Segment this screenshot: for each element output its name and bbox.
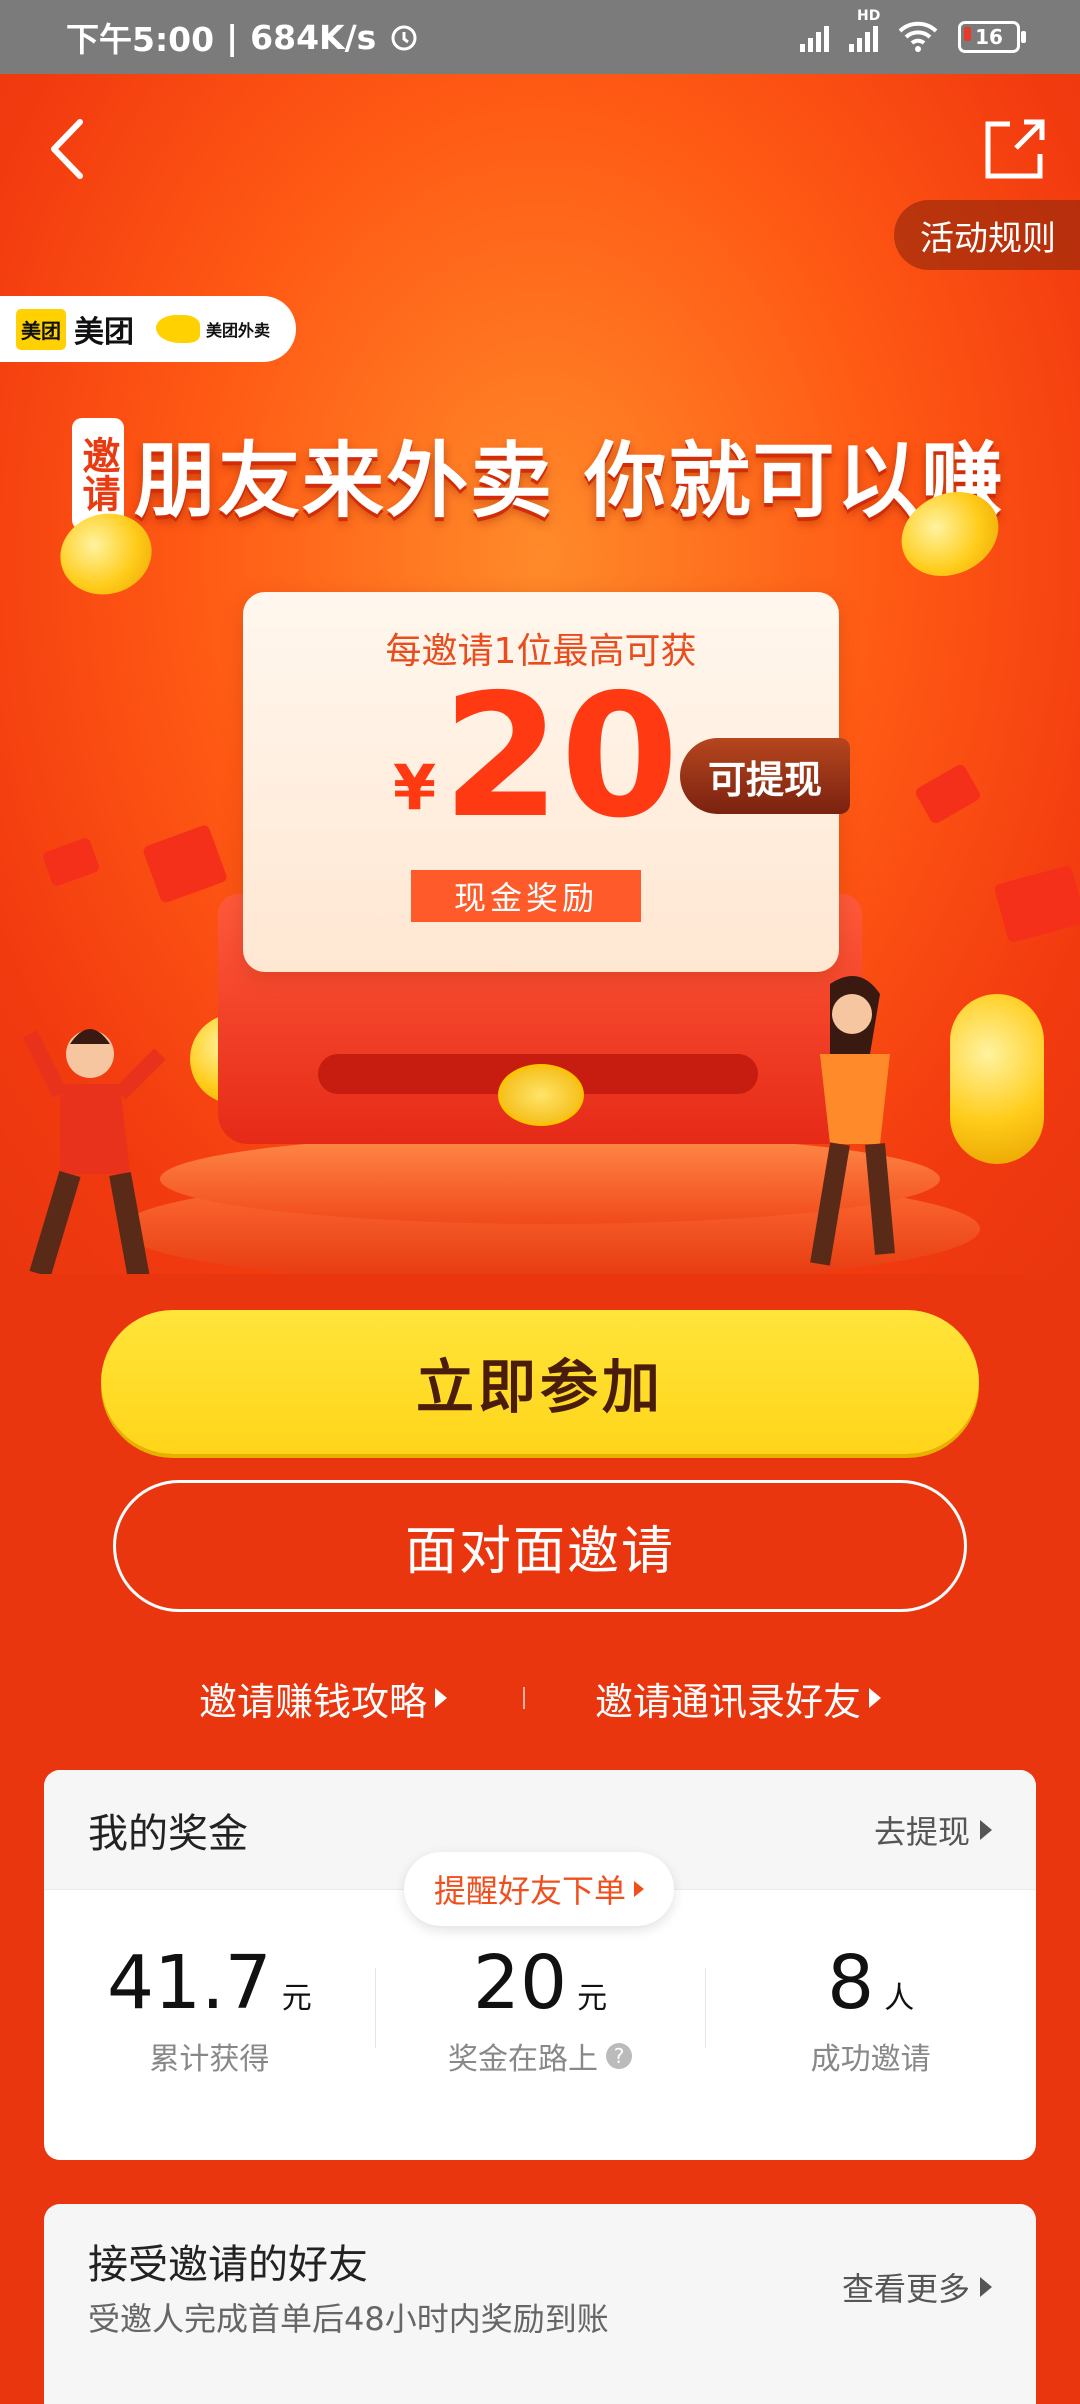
- view-more-link[interactable]: 查看更多: [842, 2264, 992, 2310]
- arrow-right-icon: [634, 1881, 645, 1897]
- join-button[interactable]: 立即参加: [101, 1310, 979, 1454]
- signal-icon: [800, 22, 829, 52]
- invite-links: 邀请赚钱攻略 邀请通讯录好友: [0, 1668, 1080, 1728]
- friends-desc: 受邀人完成首单后48小时内奖励到账: [88, 2300, 609, 2338]
- invite-contacts-link[interactable]: 邀请通讯录好友: [595, 1671, 882, 1726]
- hero-banner: 活动规则 美团 美团 美团外卖 邀请 朋友来外卖 你就可以赚 每邀请1位最高可获…: [0, 74, 1080, 1274]
- signal-hd-icon: HD: [849, 8, 880, 52]
- help-icon[interactable]: ?: [606, 2043, 632, 2069]
- battery-icon: 16: [958, 21, 1026, 53]
- coin-icon: [498, 1064, 584, 1126]
- meituan-logo: 美团: [16, 308, 66, 350]
- withdraw-link[interactable]: 去提现: [874, 1807, 992, 1853]
- waimai-logo: 美团外卖: [156, 315, 270, 343]
- remind-friend-button[interactable]: 提醒好友下单: [404, 1852, 675, 1926]
- cash-reward-label: 现金奖励: [411, 870, 641, 922]
- wifi-icon: [898, 21, 938, 52]
- arrow-right-icon: [435, 1688, 447, 1708]
- face-to-face-invite-button[interactable]: 面对面邀请: [113, 1480, 967, 1612]
- meituan-text: 美团: [74, 315, 134, 350]
- rules-button[interactable]: 活动规则: [894, 200, 1080, 270]
- arrow-right-icon: [869, 1688, 882, 1708]
- arrow-right-icon: [980, 1819, 992, 1840]
- headline: 邀请 朋友来外卖 你就可以赚: [72, 414, 1005, 533]
- person-right-illustration: [810, 976, 895, 1266]
- reward-amount: ¥ 20: [393, 658, 679, 856]
- status-time: 下午5:00: [66, 20, 215, 59]
- coin-stack-icon: [950, 994, 1044, 1164]
- red-packet-icon: [993, 864, 1080, 944]
- bonus-title: 我的奖金: [88, 1810, 248, 1857]
- alarm-icon: [391, 25, 417, 51]
- bonus-stats: 41.7 元 累计获得 20 元 奖金在路上? 8人 成功邀请: [44, 1938, 1036, 2078]
- invite-tag: 邀请: [72, 417, 124, 530]
- brand-badge: 美团 美团 美团外卖: [0, 296, 296, 362]
- friends-title: 接受邀请的好友: [88, 2242, 368, 2288]
- red-packet-icon: [913, 762, 983, 826]
- invited-friends-card: 接受邀请的好友 受邀人完成首单后48小时内奖励到账 查看更多: [44, 2204, 1036, 2404]
- headline-text: 朋友来外卖 你就可以赚: [134, 434, 1005, 529]
- invite-guide-link[interactable]: 邀请赚钱攻略: [199, 1671, 447, 1726]
- stat-successful-invites: 8人 成功邀请: [705, 1938, 1036, 2078]
- stat-pending-bonus: 20 元 奖金在路上?: [374, 1938, 706, 2078]
- withdraw-tag: 可提现: [680, 738, 850, 814]
- back-icon[interactable]: [40, 114, 100, 184]
- red-packet-icon: [41, 836, 101, 888]
- arrow-right-icon: [980, 2277, 992, 2297]
- share-icon[interactable]: [980, 114, 1050, 184]
- kangaroo-icon: [156, 315, 200, 343]
- status-bar: 下午5:00 | 684K/s HD 16: [0, 0, 1080, 74]
- stat-total-earned: 41.7 元 累计获得: [106, 1940, 312, 2077]
- status-speed: 684K/s: [250, 17, 377, 57]
- person-left-illustration: [22, 1029, 166, 1274]
- my-bonus-card: 我的奖金 去提现 提醒好友下单 41.7 元 累计获得 20 元 奖金在路上? 8人…: [44, 1770, 1036, 2160]
- red-packet-icon: [141, 823, 229, 905]
